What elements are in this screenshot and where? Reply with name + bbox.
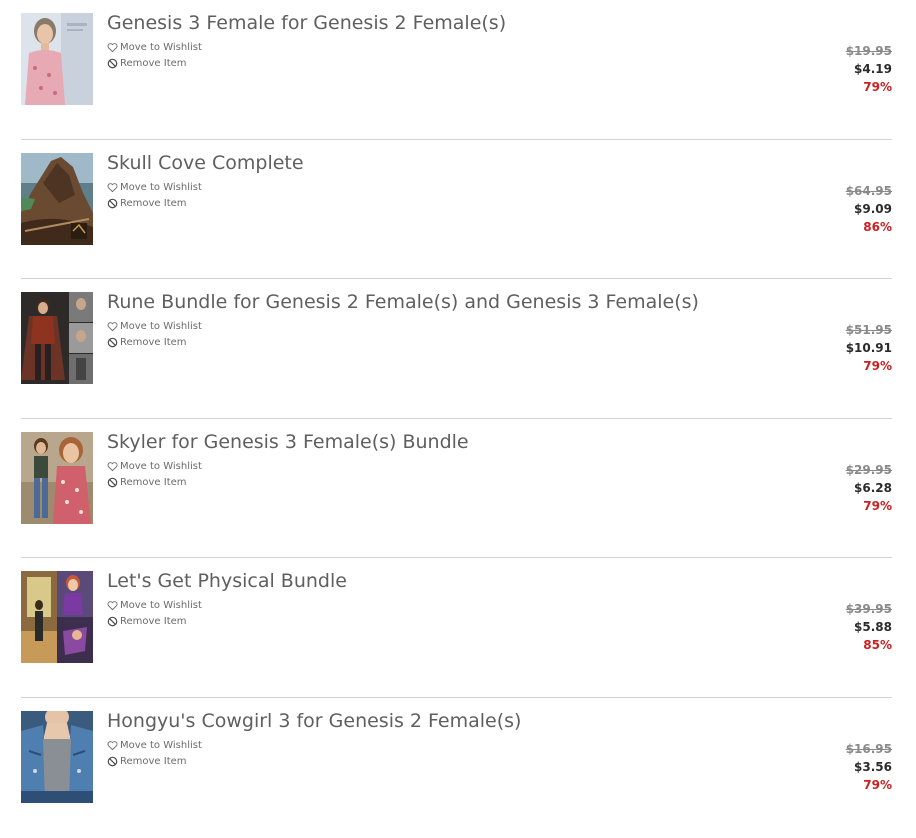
discount-percent: 79% (863, 80, 892, 94)
original-price: $39.95 (845, 602, 892, 617)
sale-price: $10.91 (845, 341, 892, 356)
price-block: $39.95 $5.88 85% (846, 600, 892, 654)
product-title[interactable]: Rune Bundle for Genesis 2 Female(s) and … (107, 291, 699, 313)
heart-icon (107, 42, 118, 53)
sale-price: $3.56 (854, 759, 892, 774)
cart-item: Hongyu's Cowgirl 3 for Genesis 2 Female(… (21, 698, 892, 838)
price-block: $16.95 $3.56 79% (846, 740, 892, 794)
price-block: $29.95 $6.28 79% (846, 461, 892, 515)
remove-label: Remove Item (120, 58, 187, 69)
remove-item-link[interactable]: Remove Item (107, 616, 187, 627)
remove-label: Remove Item (120, 337, 187, 349)
remove-item-link[interactable]: Remove Item (107, 477, 187, 488)
product-image (21, 152, 93, 245)
heart-icon (107, 321, 118, 332)
heart-icon (107, 600, 118, 611)
product-title[interactable]: Genesis 3 Female for Genesis 2 Female(s) (107, 12, 506, 34)
heart-icon (107, 461, 118, 472)
product-thumbnail[interactable] (21, 710, 93, 803)
remove-label: Remove Item (120, 616, 187, 628)
heart-icon (107, 740, 118, 751)
product-image (21, 292, 93, 385)
product-thumbnail[interactable] (21, 571, 93, 664)
sale-price: $5.88 (854, 620, 892, 635)
wishlist-label: Move to Wishlist (120, 739, 202, 751)
discount-percent: 79% (863, 777, 892, 792)
discount-percent: 79% (863, 498, 892, 513)
wishlist-label: Move to Wishlist (120, 460, 202, 472)
cart-item-list: Genesis 3 Female for Genesis 2 Female(s)… (21, 0, 892, 838)
remove-label: Remove Item (120, 197, 187, 209)
product-image (21, 13, 93, 105)
ban-icon (107, 477, 118, 488)
ban-icon (107, 337, 118, 348)
remove-item-link[interactable]: Remove Item (107, 337, 187, 348)
ban-icon (107, 198, 118, 209)
cart-item: Let's Get Physical Bundle Move to Wishli… (21, 558, 892, 698)
discount-percent: 86% (863, 219, 892, 234)
cart-item: Skyler for Genesis 3 Female(s) Bundle Mo… (21, 419, 892, 559)
ban-icon (107, 58, 118, 69)
remove-item-link[interactable]: Remove Item (107, 58, 187, 69)
product-thumbnail[interactable] (21, 152, 93, 245)
original-price: $19.95 (845, 44, 892, 58)
original-price: $16.95 (845, 741, 892, 756)
move-to-wishlist-link[interactable]: Move to Wishlist (107, 461, 202, 472)
sale-price: $4.19 (854, 62, 892, 76)
sale-price: $9.09 (854, 201, 892, 216)
discount-percent: 85% (863, 638, 892, 653)
product-thumbnail[interactable] (21, 13, 93, 105)
remove-label: Remove Item (120, 755, 187, 767)
original-price: $51.95 (845, 323, 892, 338)
move-to-wishlist-link[interactable]: Move to Wishlist (107, 321, 202, 332)
product-thumbnail[interactable] (21, 292, 93, 385)
product-image (21, 571, 93, 664)
product-title[interactable]: Skyler for Genesis 3 Female(s) Bundle (107, 431, 469, 453)
original-price: $64.95 (845, 183, 892, 198)
remove-label: Remove Item (120, 476, 187, 488)
discount-percent: 79% (863, 359, 892, 374)
cart-item: Skull Cove Complete Move to Wishlist Rem… (21, 140, 892, 280)
wishlist-label: Move to Wishlist (120, 600, 202, 612)
product-title[interactable]: Hongyu's Cowgirl 3 for Genesis 2 Female(… (107, 710, 521, 732)
move-to-wishlist-link[interactable]: Move to Wishlist (107, 42, 202, 53)
wishlist-label: Move to Wishlist (120, 321, 202, 333)
remove-item-link[interactable]: Remove Item (107, 198, 187, 209)
wishlist-label: Move to Wishlist (120, 181, 202, 193)
product-title[interactable]: Skull Cove Complete (107, 152, 304, 174)
cart-item: Genesis 3 Female for Genesis 2 Female(s)… (21, 0, 892, 140)
ban-icon (107, 616, 118, 627)
remove-item-link[interactable]: Remove Item (107, 756, 187, 767)
wishlist-label: Move to Wishlist (120, 42, 202, 53)
move-to-wishlist-link[interactable]: Move to Wishlist (107, 600, 202, 611)
ban-icon (107, 756, 118, 767)
product-image (21, 431, 93, 524)
product-image (21, 710, 93, 803)
price-block: $64.95 $9.09 86% (846, 182, 892, 236)
price-block: $19.95 $4.19 79% (846, 42, 892, 96)
price-block: $51.95 $10.91 79% (846, 321, 892, 375)
cart-item: Rune Bundle for Genesis 2 Female(s) and … (21, 279, 892, 419)
product-title[interactable]: Let's Get Physical Bundle (107, 570, 347, 592)
heart-icon (107, 182, 118, 193)
original-price: $29.95 (845, 462, 892, 477)
sale-price: $6.28 (854, 480, 892, 495)
product-thumbnail[interactable] (21, 431, 93, 524)
move-to-wishlist-link[interactable]: Move to Wishlist (107, 740, 202, 751)
move-to-wishlist-link[interactable]: Move to Wishlist (107, 182, 202, 193)
